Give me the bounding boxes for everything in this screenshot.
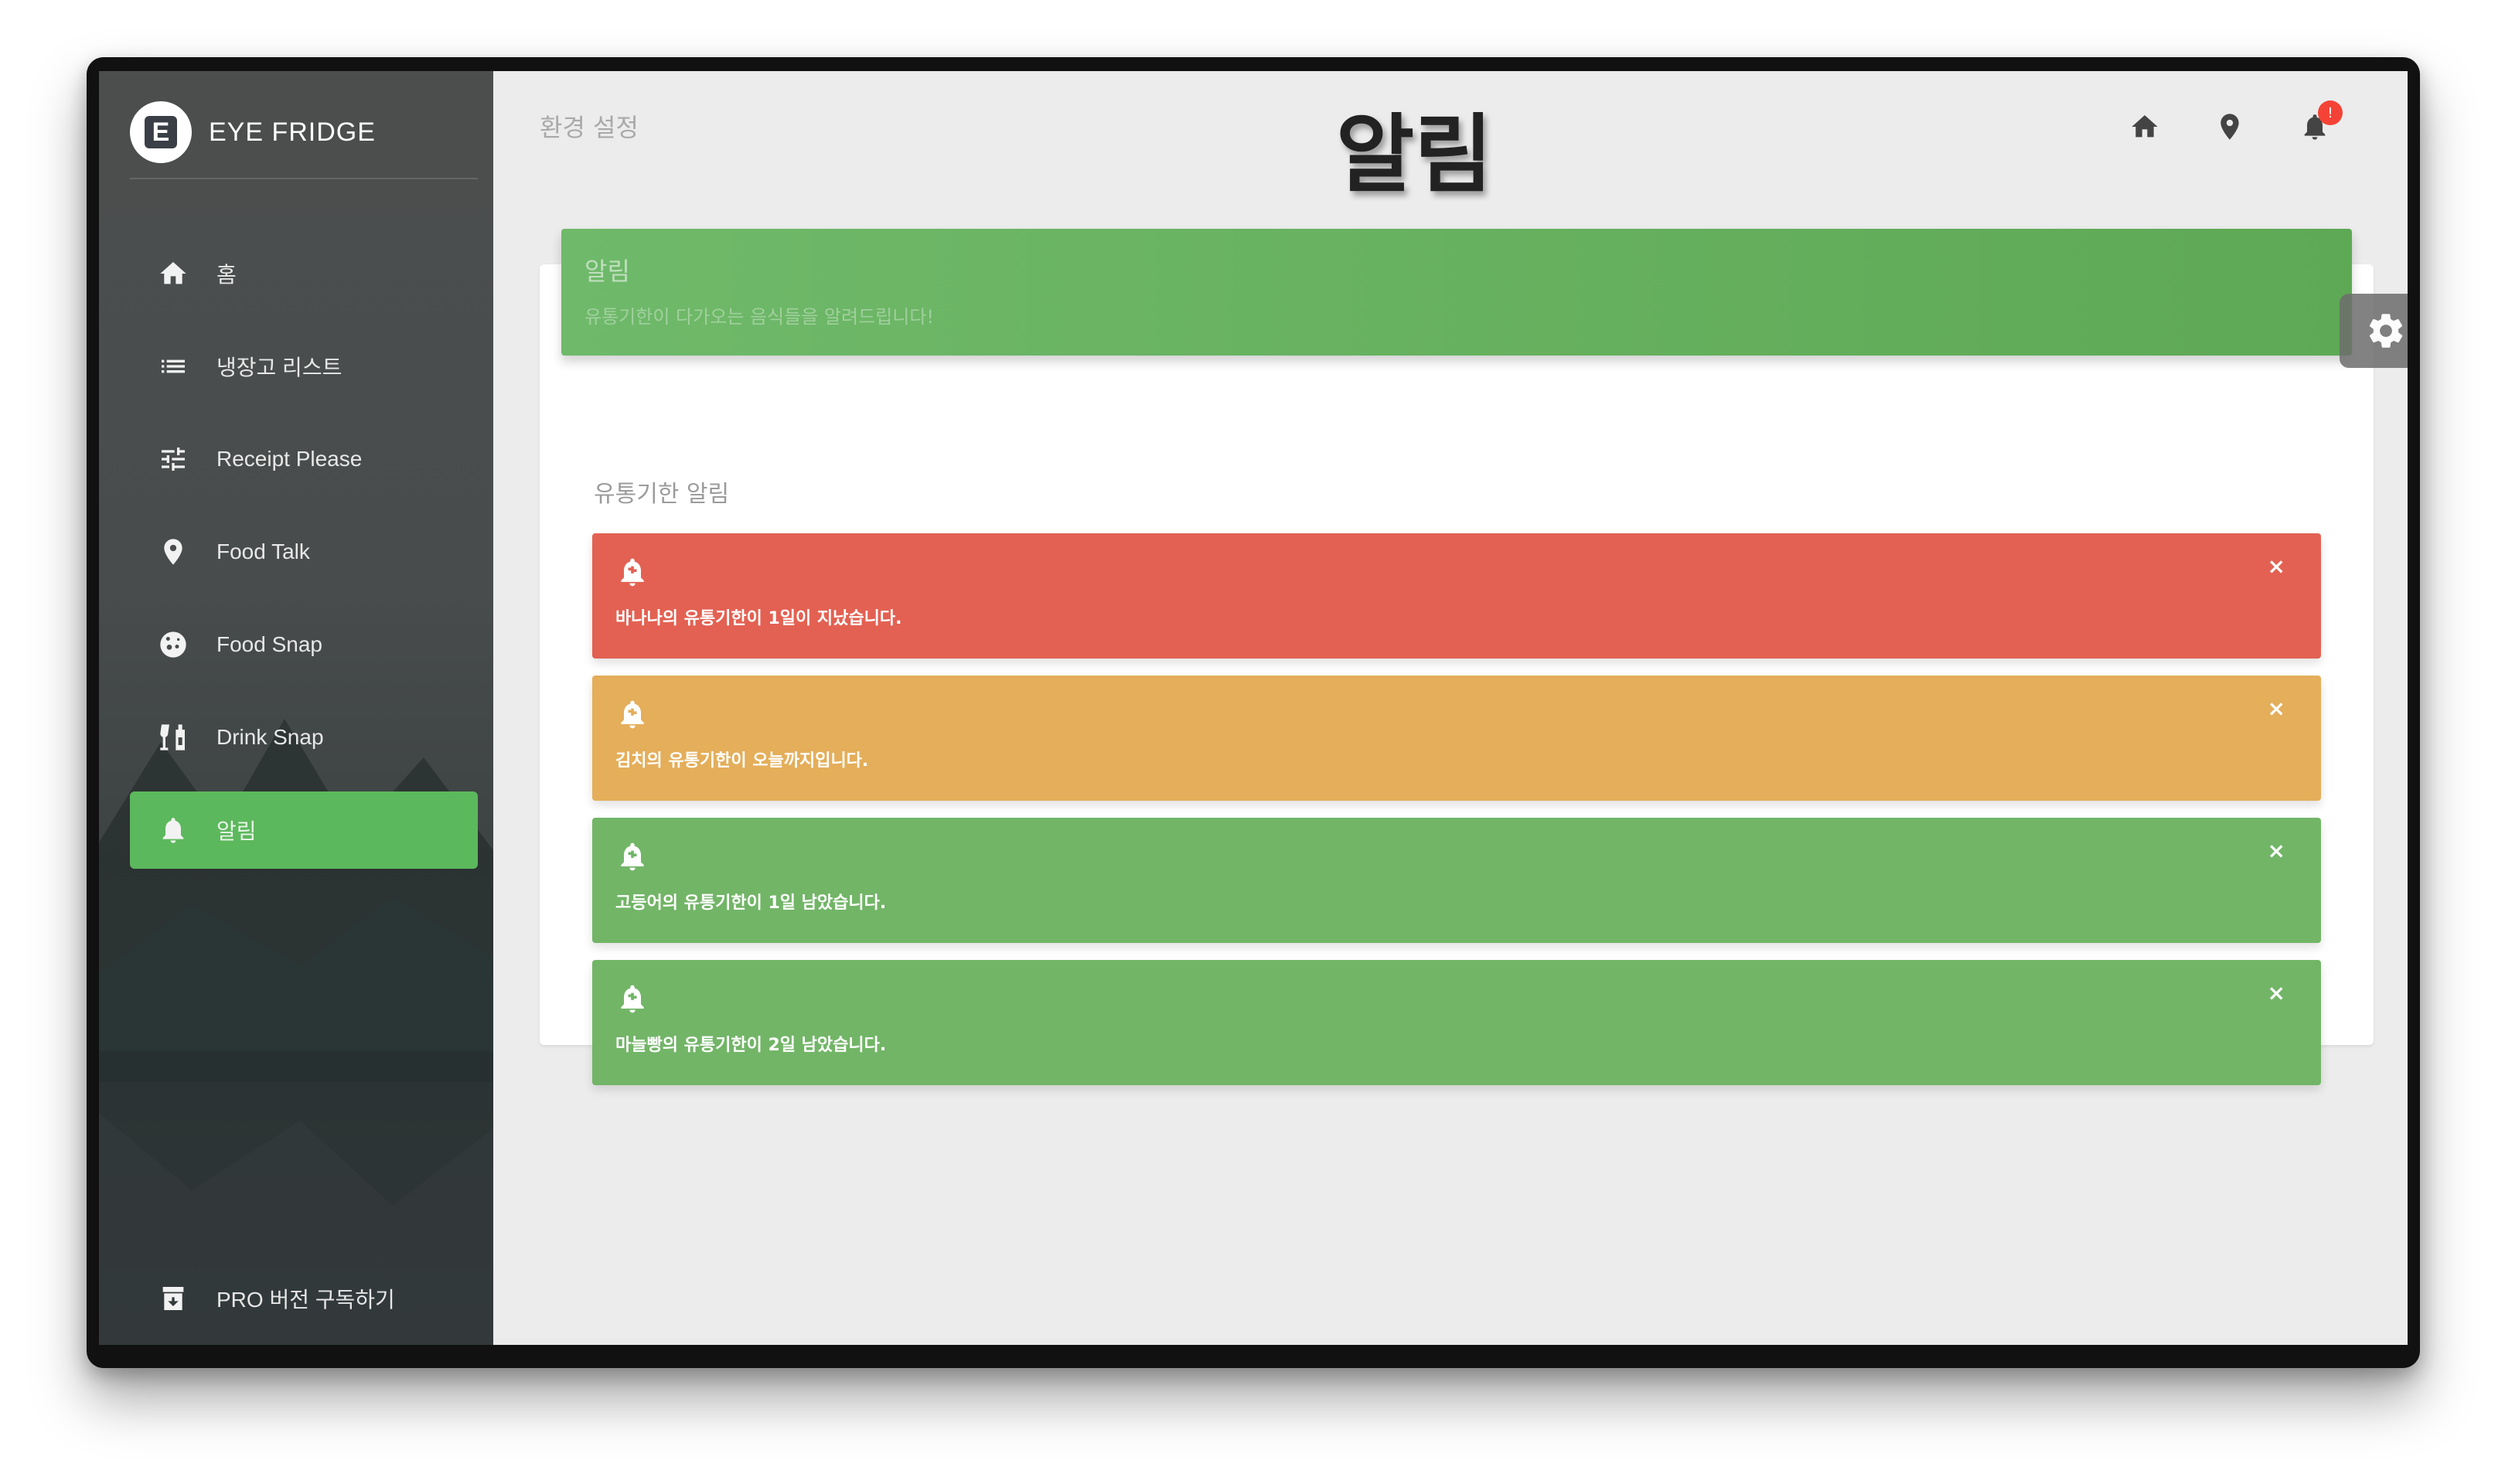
sidebar-item-label: 알림 [216, 819, 257, 843]
sidebar-item-label: Drink Snap [216, 725, 324, 749]
alert-list: 바나나의 유통기한이 1일이 지났습니다. × 김치의 유통기한이 오늘까지입니… [592, 533, 2321, 1102]
list-icon [162, 359, 185, 373]
location-pin-icon [164, 539, 182, 565]
home-icon [2132, 115, 2158, 138]
sidebar-item-food-talk[interactable]: Food Talk [130, 513, 478, 591]
pro-subscribe-label: PRO 버전 구독하기 [216, 1288, 395, 1312]
sidebar-item-label: Food Snap [216, 632, 322, 656]
device-frame: E EYE FRIDGE 홈 냉장고 리스트 Receipt Please Fo… [87, 57, 2420, 1368]
gear-icon [2369, 314, 2403, 348]
notification-card: 알림 유통기한이 다가오는 음식들을 알려드립니다! 유통기한 알림 바나나의 … [540, 229, 2374, 1085]
archive-icon [162, 1287, 184, 1310]
alert-close-button[interactable]: × [2268, 838, 2285, 863]
card-subtitle: 유통기한이 다가오는 음식들을 알려드립니다! [584, 306, 935, 328]
sidebar-item-food-snap[interactable]: Food Snap [130, 606, 478, 683]
sidebar-nav: 홈 냉장고 리스트 Receipt Please Food Talk Food … [130, 235, 478, 884]
bell-plus-icon [621, 842, 644, 871]
alert-item: 김치의 유통기한이 오늘까지입니다. × [592, 676, 2321, 801]
alert-item: 바나나의 유통기한이 1일이 지났습니다. × [592, 533, 2321, 659]
alert-item: 고등어의 유통기한이 1일 남았습니다. × [592, 818, 2321, 943]
sidebar-item-label: Receipt Please [216, 447, 363, 471]
bell-plus-icon [621, 558, 644, 587]
location-pin-icon [2220, 114, 2239, 140]
page-title: 알림 [1336, 105, 1493, 204]
sidebar-item-label: Food Talk [216, 539, 310, 563]
alert-item: 마늘빵의 유통기한이 2일 남았습니다. × [592, 960, 2321, 1085]
sidebar-item-label: 홈 [216, 263, 237, 287]
brand-logo: E [130, 101, 192, 163]
settings-float-button[interactable] [2340, 294, 2408, 368]
notifications-button[interactable]: ! [2299, 100, 2343, 142]
drinks-icon [160, 724, 185, 751]
sidebar-item-fridge-list[interactable]: 냉장고 리스트 [130, 328, 478, 405]
bell-plus-icon [621, 985, 644, 1013]
sidebar-item-drink-snap[interactable]: Drink Snap [130, 699, 478, 776]
brand[interactable]: E EYE FRIDGE [130, 94, 478, 179]
alert-message: 마늘빵의 유통기한이 2일 남았습니다. [615, 1036, 887, 1055]
sidebar-item-label: 냉장고 리스트 [216, 356, 343, 380]
alert-message: 고등어의 유통기한이 1일 남았습니다. [615, 893, 887, 913]
location-button[interactable] [2214, 111, 2245, 142]
sidebar-item-home[interactable]: 홈 [130, 235, 478, 312]
bell-plus-icon [621, 700, 644, 729]
alert-message: 김치의 유통기한이 오늘까지입니다. [615, 751, 869, 771]
settings-link[interactable]: 환경 설정 [540, 108, 639, 144]
alert-close-button[interactable]: × [2268, 980, 2285, 1006]
sliders-icon [162, 448, 185, 471]
alert-close-button[interactable]: × [2268, 553, 2285, 579]
card-header: 알림 유통기한이 다가오는 음식들을 알려드립니다! [561, 229, 2352, 356]
home-button[interactable] [2129, 111, 2160, 142]
home-icon [160, 262, 186, 284]
alert-close-button[interactable]: × [2268, 696, 2285, 721]
alert-message: 바나나의 유통기한이 1일이 지났습니다. [615, 609, 902, 628]
pro-subscribe-link[interactable]: PRO 버전 구독하기 [158, 1283, 395, 1314]
section-label: 유통기한 알림 [594, 481, 730, 508]
card-title: 알림 [584, 257, 630, 286]
top-icon-bar: ! [2129, 100, 2343, 142]
notification-badge: ! [2318, 100, 2343, 125]
cookie-icon [160, 631, 186, 658]
app-window: E EYE FRIDGE 홈 냉장고 리스트 Receipt Please Fo… [99, 71, 2408, 1345]
brand-logo-letter: E [145, 116, 177, 148]
sidebar: E EYE FRIDGE 홈 냉장고 리스트 Receipt Please Fo… [99, 71, 493, 1345]
sidebar-item-notifications[interactable]: 알림 [130, 791, 478, 869]
sidebar-item-receipt-please[interactable]: Receipt Please [130, 420, 478, 498]
brand-name: EYE FRIDGE [209, 117, 376, 147]
bell-icon [162, 818, 184, 843]
main-content: 환경 설정 알림 ! 알림 유통기한이 다가오는 음식들을 알려드립니다! 유통… [493, 71, 2408, 1345]
